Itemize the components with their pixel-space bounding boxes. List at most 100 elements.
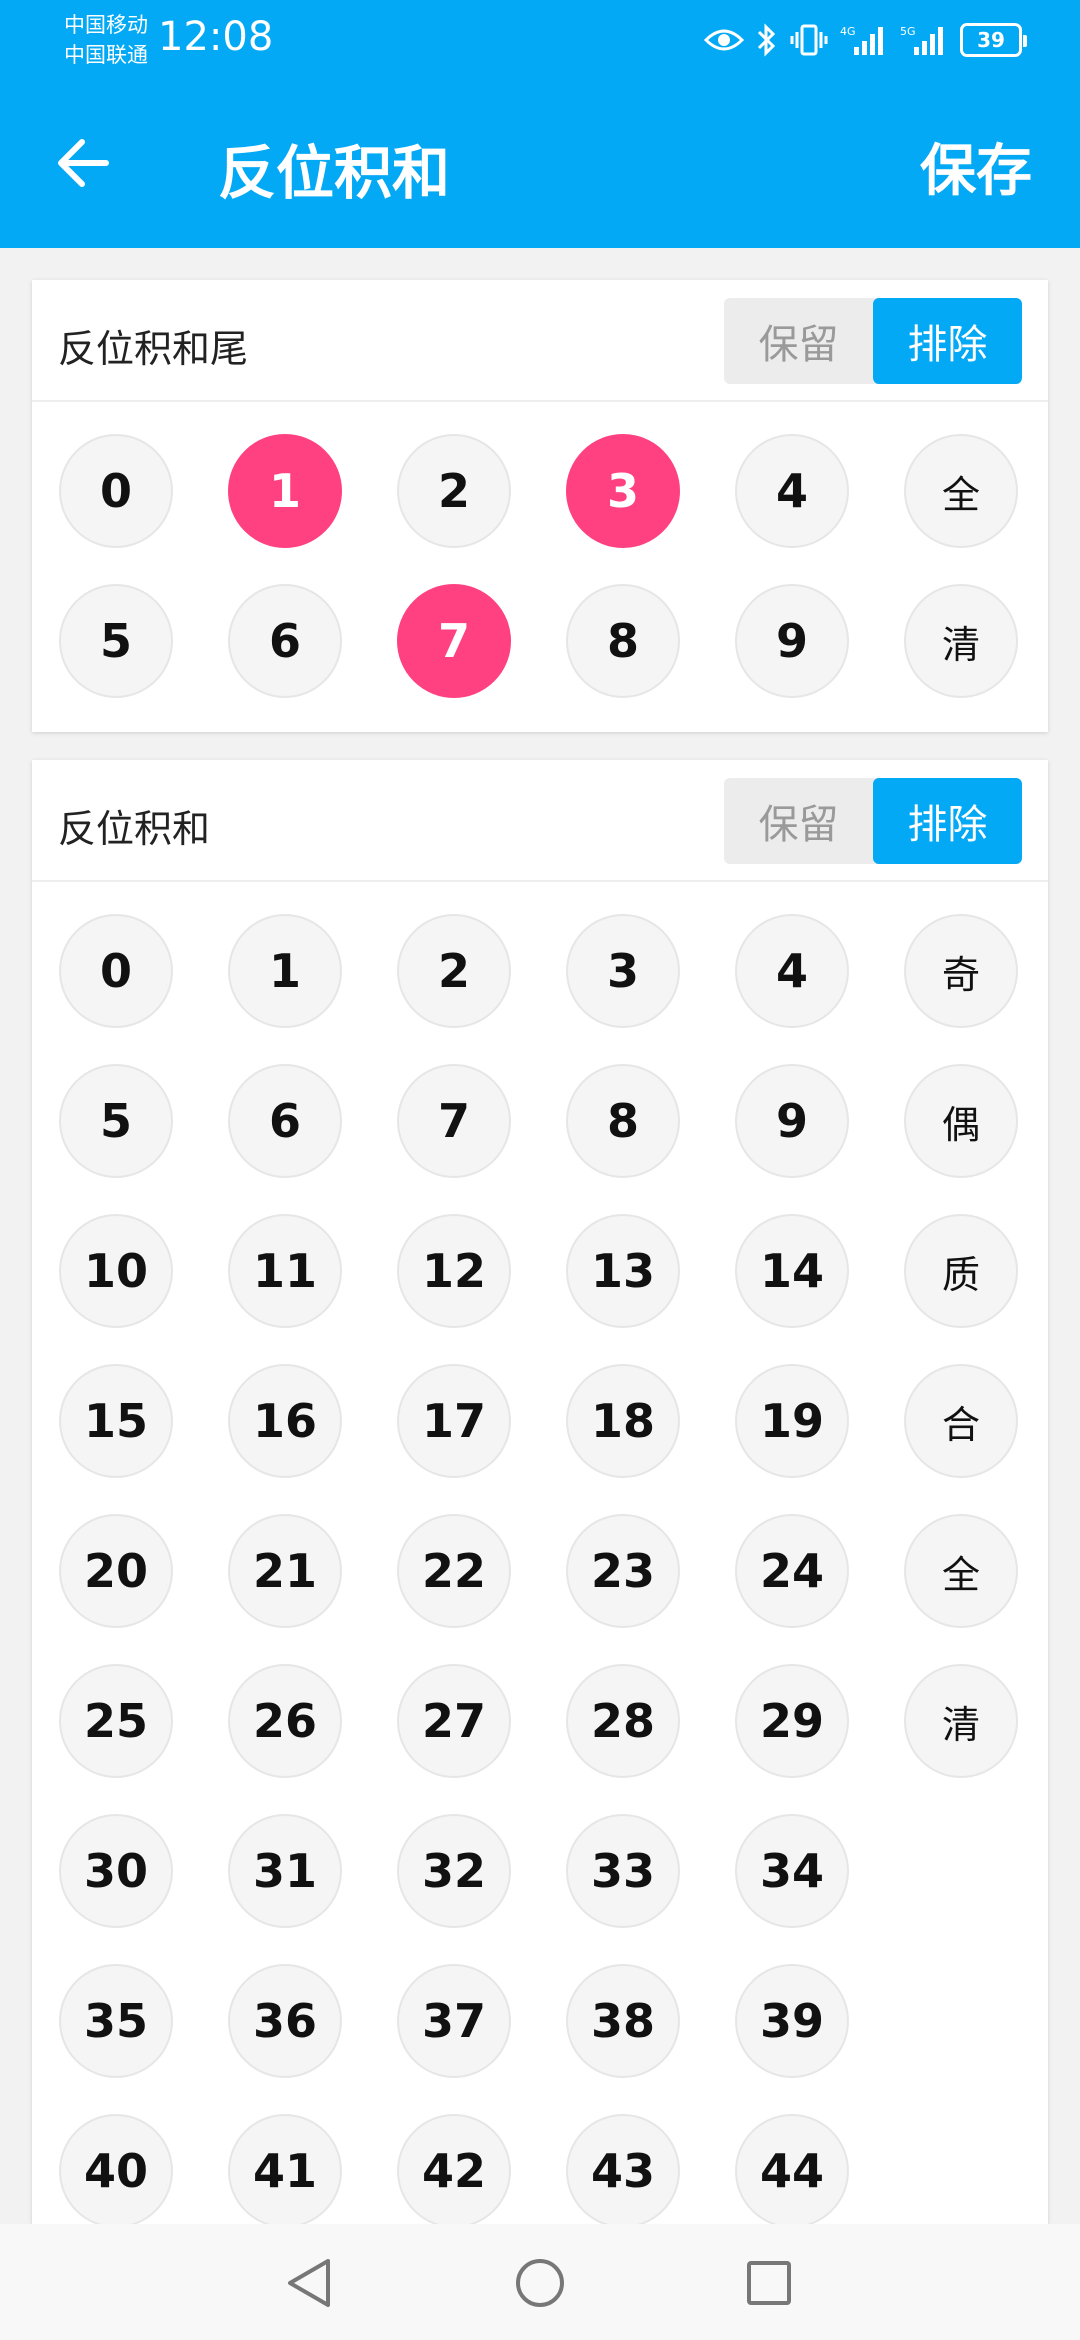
sum-number-ball[interactable]: 6 bbox=[228, 1064, 342, 1178]
tail-function-button[interactable]: 清 bbox=[904, 584, 1018, 698]
eye-icon bbox=[704, 29, 744, 51]
sum-number-ball[interactable]: 32 bbox=[397, 1814, 511, 1928]
sum-number-ball[interactable]: 40 bbox=[59, 2114, 173, 2228]
sum-number-ball[interactable]: 36 bbox=[228, 1964, 342, 2078]
battery-icon: 39 bbox=[960, 23, 1027, 57]
tail-keep-button[interactable]: 保留 bbox=[724, 298, 873, 384]
sum-number-ball[interactable]: 2 bbox=[397, 914, 511, 1028]
tail-number-ball[interactable]: 6 bbox=[228, 584, 342, 698]
sum-number-ball[interactable]: 17 bbox=[397, 1364, 511, 1478]
sum-function-button[interactable]: 质 bbox=[904, 1214, 1018, 1328]
sum-number-ball[interactable]: 5 bbox=[59, 1064, 173, 1178]
sum-card-header: 反位积和 保留 排除 bbox=[32, 760, 1048, 882]
sum-number-ball[interactable]: 41 bbox=[228, 2114, 342, 2228]
status-icons: 4G 5G 39 bbox=[704, 18, 1027, 62]
tail-number-ball[interactable]: 2 bbox=[397, 434, 511, 548]
home-circle-icon bbox=[516, 2259, 564, 2307]
tail-number-ball[interactable]: 9 bbox=[735, 584, 849, 698]
sum-number-ball[interactable]: 33 bbox=[566, 1814, 680, 1928]
sum-number-ball[interactable]: 28 bbox=[566, 1664, 680, 1778]
net-2-label: 5G bbox=[900, 25, 916, 38]
sum-number-ball[interactable]: 38 bbox=[566, 1964, 680, 2078]
sum-number-ball[interactable]: 37 bbox=[397, 1964, 511, 2078]
sum-number-ball[interactable]: 11 bbox=[228, 1214, 342, 1328]
sum-number-ball[interactable]: 43 bbox=[566, 2114, 680, 2228]
arrow-left-icon bbox=[58, 139, 109, 187]
vibrate-icon bbox=[790, 24, 828, 56]
sum-number-ball[interactable]: 21 bbox=[228, 1514, 342, 1628]
tail-number-ball[interactable]: 3 bbox=[566, 434, 680, 548]
sum-number-ball[interactable]: 16 bbox=[228, 1364, 342, 1478]
sum-function-button[interactable]: 合 bbox=[904, 1364, 1018, 1478]
sum-function-button[interactable]: 偶 bbox=[904, 1064, 1018, 1178]
sum-number-ball[interactable]: 10 bbox=[59, 1214, 173, 1328]
sum-number-ball[interactable]: 27 bbox=[397, 1664, 511, 1778]
status-bar: 中国移动 中国联通 12:08 4G 5G 39 bbox=[0, 0, 1080, 80]
sum-number-ball[interactable]: 8 bbox=[566, 1064, 680, 1178]
sum-card: 反位积和 保留 排除 0 1 2 3 4 5 6 7 8 9 10 11 12 13 14 15 16 17 18 1… bbox=[32, 760, 1048, 2228]
recents-square-icon bbox=[747, 2261, 791, 2305]
save-button[interactable]: 保存 bbox=[920, 126, 1032, 207]
sum-number-ball[interactable]: 0 bbox=[59, 914, 173, 1028]
sum-keep-button[interactable]: 保留 bbox=[724, 778, 873, 864]
back-button[interactable] bbox=[56, 136, 110, 190]
sum-number-ball[interactable]: 34 bbox=[735, 1814, 849, 1928]
status-time: 12:08 bbox=[158, 14, 274, 60]
net-1-label: 4G bbox=[840, 25, 856, 38]
tail-number-ball[interactable]: 7 bbox=[397, 584, 511, 698]
sum-number-ball[interactable]: 22 bbox=[397, 1514, 511, 1628]
tail-card-title: 反位积和尾 bbox=[58, 327, 249, 371]
sum-number-ball[interactable]: 9 bbox=[735, 1064, 849, 1178]
system-nav-bar bbox=[0, 2224, 1080, 2340]
sum-number-ball[interactable]: 39 bbox=[735, 1964, 849, 2078]
sum-number-ball[interactable]: 12 bbox=[397, 1214, 511, 1328]
sum-card-title: 反位积和 bbox=[58, 807, 211, 851]
sum-number-ball[interactable]: 30 bbox=[59, 1814, 173, 1928]
sum-number-ball[interactable]: 19 bbox=[735, 1364, 849, 1478]
page-title: 反位积和 bbox=[218, 139, 451, 207]
sum-number-ball[interactable]: 44 bbox=[735, 2114, 849, 2228]
tail-number-ball[interactable]: 5 bbox=[59, 584, 173, 698]
sum-number-ball[interactable]: 3 bbox=[566, 914, 680, 1028]
sum-number-ball[interactable]: 26 bbox=[228, 1664, 342, 1778]
sum-number-ball[interactable]: 25 bbox=[59, 1664, 173, 1778]
signal-4g-icon: 4G bbox=[840, 25, 883, 55]
battery-level: 39 bbox=[977, 28, 1005, 52]
sum-function-button[interactable]: 清 bbox=[904, 1664, 1018, 1778]
sum-number-ball[interactable]: 29 bbox=[735, 1664, 849, 1778]
nav-home-button[interactable] bbox=[505, 2248, 575, 2318]
app-bar: 中国移动 中国联通 12:08 4G 5G 39 反位积和 保存 bbox=[0, 0, 1080, 248]
sum-function-button[interactable]: 全 bbox=[904, 1514, 1018, 1628]
nav-recents-button[interactable] bbox=[734, 2248, 804, 2318]
nav-back-button[interactable] bbox=[274, 2248, 344, 2318]
sum-number-ball[interactable]: 42 bbox=[397, 2114, 511, 2228]
sum-number-ball[interactable]: 7 bbox=[397, 1064, 511, 1178]
carrier-2: 中国联通 bbox=[64, 43, 148, 67]
sum-number-ball[interactable]: 18 bbox=[566, 1364, 680, 1478]
carrier-1: 中国移动 bbox=[64, 13, 148, 37]
sum-number-ball[interactable]: 15 bbox=[59, 1364, 173, 1478]
signal-5g-icon: 5G bbox=[900, 25, 943, 55]
tail-number-ball[interactable]: 8 bbox=[566, 584, 680, 698]
sum-number-ball[interactable]: 23 bbox=[566, 1514, 680, 1628]
sum-number-ball[interactable]: 14 bbox=[735, 1214, 849, 1328]
tail-number-ball[interactable]: 4 bbox=[735, 434, 849, 548]
sum-number-ball[interactable]: 24 bbox=[735, 1514, 849, 1628]
sum-number-ball[interactable]: 1 bbox=[228, 914, 342, 1028]
bluetooth-icon bbox=[757, 23, 776, 57]
sum-number-ball[interactable]: 35 bbox=[59, 1964, 173, 2078]
tail-number-ball[interactable]: 0 bbox=[59, 434, 173, 548]
tail-number-ball[interactable]: 1 bbox=[228, 434, 342, 548]
sum-function-button[interactable]: 奇 bbox=[904, 914, 1018, 1028]
sum-number-ball[interactable]: 20 bbox=[59, 1514, 173, 1628]
sum-number-ball[interactable]: 31 bbox=[228, 1814, 342, 1928]
tail-function-button[interactable]: 全 bbox=[904, 434, 1018, 548]
tail-mode-toggle: 保留 排除 bbox=[724, 298, 1022, 384]
sum-number-ball[interactable]: 4 bbox=[735, 914, 849, 1028]
sum-number-ball[interactable]: 13 bbox=[566, 1214, 680, 1328]
back-triangle-icon bbox=[288, 2259, 330, 2307]
tail-card-header: 反位积和尾 保留 排除 bbox=[32, 280, 1048, 402]
tail-exclude-button[interactable]: 排除 bbox=[873, 298, 1022, 384]
sum-exclude-button[interactable]: 排除 bbox=[873, 778, 1022, 864]
sum-mode-toggle: 保留 排除 bbox=[724, 778, 1022, 864]
